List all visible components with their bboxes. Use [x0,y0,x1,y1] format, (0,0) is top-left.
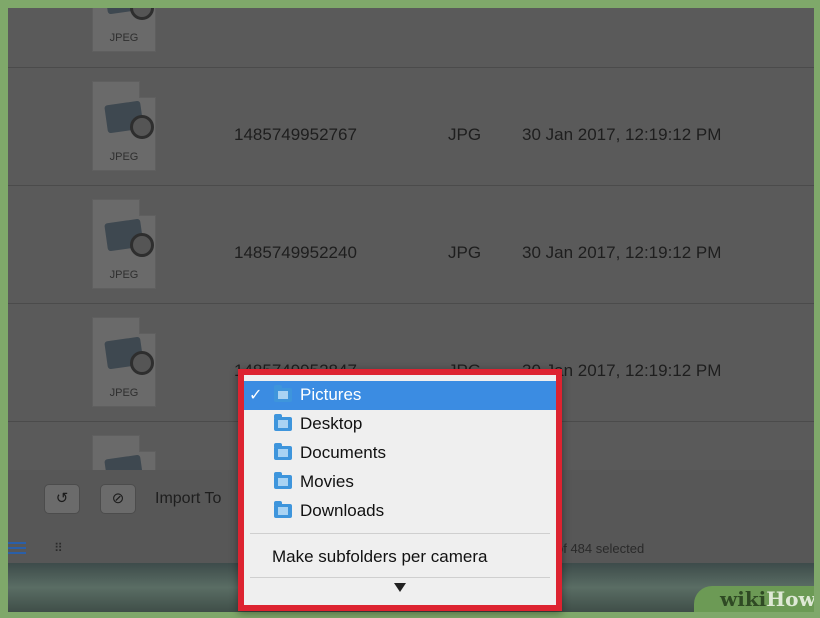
thumb-label: JPEG [109,32,139,44]
file-name: 1485749952767 [234,125,357,144]
menu-item-label: Documents [300,443,386,462]
pictures-folder-icon [274,385,292,402]
menu-item-label: Desktop [300,414,363,433]
grid-view-icon[interactable]: ⠿ [54,541,63,555]
list-view-icon[interactable] [8,542,26,554]
menu-item-label: Downloads [300,501,385,520]
watermark-part2: How [766,587,814,611]
file-date: 30 Jan 2017, 12:19:12 PM [522,125,722,144]
downloads-folder-icon [274,501,292,518]
menu-separator [250,533,550,534]
watermark-logo: wikiHow [694,586,814,612]
menu-item-pictures[interactable]: ✓ Pictures [244,381,556,410]
menu-item-label: Pictures [300,385,362,404]
scroll-down-arrow-icon[interactable] [394,583,406,592]
thumb-label: JPEG [109,387,139,399]
checkmark-icon: ✓ [249,387,263,404]
file-kind: JPG [448,125,482,144]
menu-item-label: Movies [300,472,354,491]
menu-item-documents[interactable]: Documents [244,439,556,468]
menu-item-movies[interactable]: Movies [244,468,556,497]
movies-folder-icon [274,472,292,489]
make-subfolders-option[interactable]: Make subfolders per camera [272,547,487,567]
watermark-part1: wiki [720,587,767,611]
list-row[interactable]: JPEG [8,8,814,68]
jpeg-thumbnail: JPEG [92,317,156,407]
thumb-label: JPEG [109,269,139,281]
delete-button[interactable]: ⊘ [100,484,136,514]
menu-item-downloads[interactable]: Downloads [244,497,556,526]
jpeg-thumbnail: JPEG [92,8,156,52]
import-to-label: Import To [155,490,222,507]
menu-separator [250,577,550,578]
rotate-button[interactable]: ↺ [44,484,80,514]
desktop-folder-icon [274,414,292,431]
list-row[interactable]: JPEG 1485749952240 JPG 30 Jan 2017, 12:1… [8,185,814,304]
selection-count: of 484 selected [556,541,645,556]
import-destination-menu[interactable]: ✓ Pictures Desktop Documents Movies Down… [238,369,562,611]
file-date: 30 Jan 2017, 12:19:12 PM [522,243,722,262]
jpeg-thumbnail: JPEG [92,81,156,171]
list-row[interactable]: JPEG 1485749952767 JPG 30 Jan 2017, 12:1… [8,67,814,186]
menu-item-desktop[interactable]: Desktop [244,410,556,439]
file-kind: JPG [448,243,482,262]
thumb-label: JPEG [109,151,139,163]
file-name: 1485749952240 [234,243,357,262]
documents-folder-icon [274,443,292,460]
jpeg-thumbnail: JPEG [92,199,156,289]
